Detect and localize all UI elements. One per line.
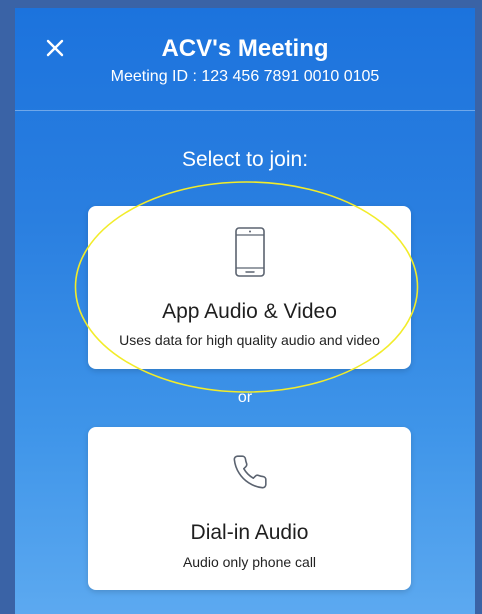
meeting-header: ACV's Meeting Meeting ID : 123 456 7891 … [15,8,475,111]
phone-handset-icon [88,453,411,491]
meeting-id: Meeting ID : 123 456 7891 0010 0105 [110,68,380,85]
smartphone-icon [88,226,411,278]
meeting-title: ACV's Meeting [161,35,329,62]
app-audio-video-description: Uses data for high quality audio and vid… [119,332,380,348]
or-separator: or [237,389,253,406]
join-prompt: Select to join: [181,148,309,171]
dial-in-audio-description: Audio only phone call [182,554,317,570]
app-audio-video-title: App Audio & Video [162,300,337,323]
header-divider [15,110,475,111]
dial-in-audio-option[interactable]: Dial-in Audio Audio only phone call [88,427,411,590]
join-meeting-screen: ACV's Meeting Meeting ID : 123 456 7891 … [15,8,475,614]
dial-in-audio-title: Dial-in Audio [190,521,309,544]
app-audio-video-option[interactable]: App Audio & Video Uses data for high qua… [88,206,411,369]
